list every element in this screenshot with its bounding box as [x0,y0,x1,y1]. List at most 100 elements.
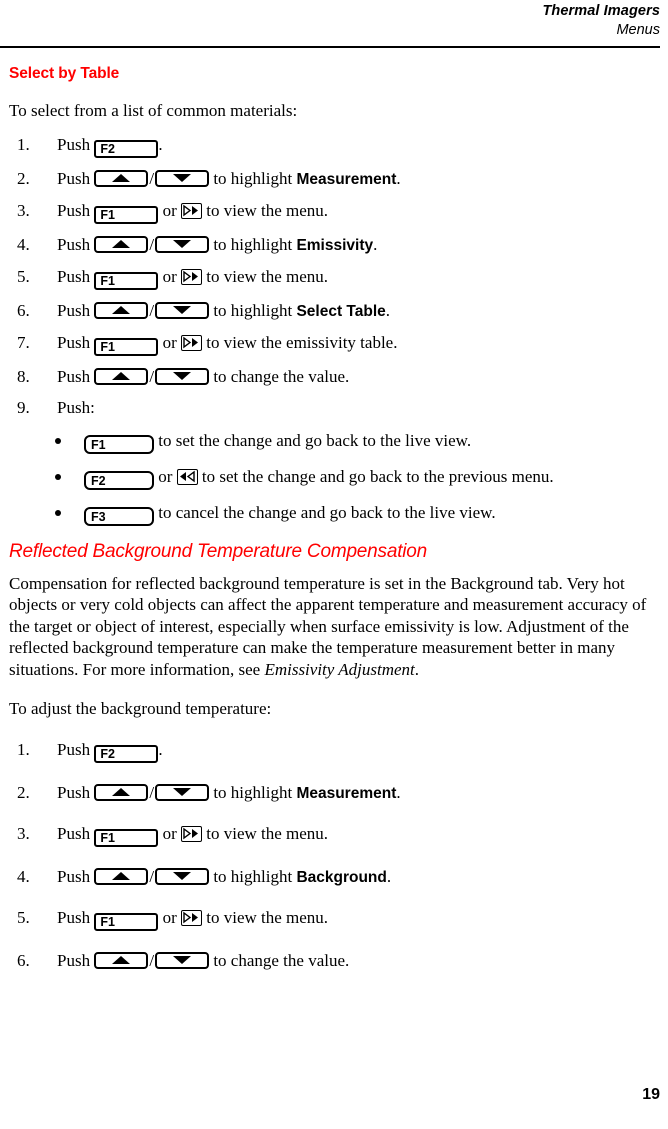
step-text-pre: Push [57,782,91,802]
key-arrow-down[interactable] [155,783,210,801]
key-arrow-down[interactable] [155,367,210,385]
bullet-icon [55,437,61,444]
key-arrow-down[interactable] [155,951,210,969]
bullet-icon [55,509,61,516]
step-text-post: to view the menu. [206,823,329,843]
step-text-pre: Push [57,366,91,386]
step-text-post: to view the emissivity table. [206,332,398,352]
key-arrow-down[interactable] [155,235,210,253]
bullet-icon [55,473,61,480]
key-f2[interactable]: F2 [84,470,154,490]
step-number: 1. [17,739,30,759]
step-item: 4. Push / to highlight Emissivity. [9,234,659,256]
step-number: 4. [17,234,30,254]
step-text-pre: Push [57,907,91,927]
key-arrow-down[interactable] [155,169,210,187]
step-item: 2. Push / to highlight Measurement. [9,782,659,804]
key-f1[interactable]: F1 [94,828,159,847]
key-separator: / [149,782,155,802]
step-item: 3. Push F1 or to view the menu. [9,200,659,224]
step-text-pre: Push [57,300,91,320]
list-item: F2 or to set the change and go back to t… [9,466,659,490]
step-number: 3. [17,200,30,220]
triangle-down-icon [173,788,192,796]
nav-right-icon[interactable] [181,268,202,285]
nav-right-icon[interactable] [181,202,202,219]
step-text-or: or [162,332,177,352]
key-arrow-up[interactable] [94,301,149,319]
step-number: 8. [17,366,30,386]
step-text-post: to view the menu. [206,200,329,220]
key-arrow-up[interactable] [94,169,149,187]
step-text-pre: Push: [57,397,95,417]
triangle-up-icon [112,788,131,796]
key-arrow-up[interactable] [94,367,149,385]
step-text-bold: Select Table [296,302,386,320]
step-number: 2. [17,168,30,188]
step-text-pre: Push [57,950,91,970]
list-item: F1 to set the change and go back to the … [9,430,659,454]
paragraph-text-italic: Emissivity Adjustment [264,659,415,679]
nav-right-icon[interactable] [181,825,202,842]
section2-step-list: 1. Push F2. 2. Push / to highlight Measure… [9,739,659,971]
key-arrow-up[interactable] [94,951,149,969]
triangle-down-icon [173,956,192,964]
step-text-post: . [373,234,378,254]
key-arrow-up[interactable] [94,783,149,801]
step-text-pre: Push [57,234,91,254]
key-f2[interactable]: F2 [94,139,159,158]
header-title: Thermal Imagers [542,3,660,19]
step-text-post: . [396,168,401,188]
step-number: 2. [17,782,30,802]
key-arrow-down[interactable] [155,867,210,885]
sub-item-or: or [158,466,173,486]
triangle-up-icon [112,174,131,182]
step-item: 1. Push F2. [9,134,659,158]
triangle-down-icon [173,372,192,380]
triangle-up-icon [112,956,131,964]
step-number: 1. [17,134,30,154]
nav-left-icon[interactable] [176,468,198,485]
step-number: 4. [17,866,30,886]
key-f3[interactable]: F3 [84,506,154,526]
sub-item-text: to set the change and go back to the liv… [158,430,472,450]
triangle-up-icon [112,306,131,314]
key-f1[interactable]: F1 [94,912,159,931]
triangle-down-icon [173,240,192,248]
step-text-mid: to highlight [213,168,293,188]
section2-paragraph: Compensation for reflected background te… [9,573,659,681]
step-text-pre: Push [57,332,91,352]
step-text-pre: Push [57,266,91,286]
step-text-or: or [162,200,177,220]
step-text-mid: to change the value. [213,950,350,970]
key-arrow-up[interactable] [94,235,149,253]
header-subtitle: Menus [616,22,660,38]
key-f2[interactable]: F2 [94,744,159,763]
nav-right-icon[interactable] [181,909,202,926]
key-separator: / [149,950,155,970]
key-arrow-down[interactable] [155,301,210,319]
key-f1[interactable]: F1 [94,205,159,224]
step-text-pre: Push [57,866,91,886]
key-separator: / [149,300,155,320]
step-text-pre: Push [57,134,91,154]
key-f1[interactable]: F1 [94,271,159,290]
key-arrow-up[interactable] [94,867,149,885]
step-text-post: to view the menu. [206,266,329,286]
page-number: 19 [642,1086,660,1103]
nav-right-icon[interactable] [181,334,202,351]
triangle-down-icon [173,174,192,182]
key-f1[interactable]: F1 [94,337,159,356]
step-text-pre: Push [57,739,91,759]
section1-step-list: 1. Push F2. 2. Push / to highlight Measure… [9,134,659,418]
step-item: 8. Push / to change the value. [9,366,659,387]
step-item: 6. Push / to highlight Select Table. [9,300,659,322]
step-text-bold: Measurement [296,784,397,802]
paragraph-text-end: . [414,659,419,679]
triangle-up-icon [112,872,131,880]
key-f1[interactable]: F1 [84,434,154,454]
step-text-bold: Measurement [296,170,397,188]
section-heading-reflected-background: Reflected Background Temperature Compens… [9,540,428,562]
step-text-mid: to highlight [213,782,293,802]
step-text-pre: Push [57,168,91,188]
